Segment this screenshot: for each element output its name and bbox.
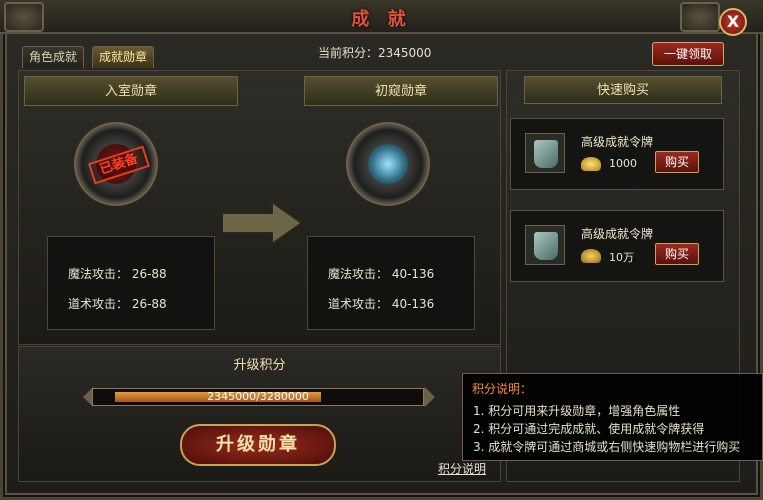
tab-role-achievement[interactable]: 角色成就 bbox=[22, 46, 85, 68]
item-price: 10万 bbox=[609, 251, 634, 264]
buy-button[interactable]: 购买 bbox=[655, 243, 699, 265]
close-button[interactable]: X bbox=[719, 8, 747, 36]
achievement-token-icon[interactable] bbox=[525, 225, 565, 265]
upgrade-title: 升级积分 bbox=[233, 358, 286, 373]
next-magic-attack: 魔法攻击： 40-136 bbox=[328, 267, 435, 281]
item-name: 高级成就令牌 bbox=[581, 227, 654, 241]
bound-gold-ingot-icon bbox=[581, 249, 601, 263]
score-explanation-tooltip: 积分说明： 1. 积分可用来升级勋章，增强角色属性 2. 积分可通过完成成就、使… bbox=[462, 373, 763, 461]
upgrade-progress-bar: 2345000/3280000 bbox=[92, 388, 424, 406]
gold-ingot-icon bbox=[581, 157, 601, 171]
tooltip-title: 积分说明： bbox=[472, 382, 533, 396]
current-score: 当前积分：2345000 bbox=[318, 46, 432, 60]
buy-button[interactable]: 购买 bbox=[655, 151, 699, 173]
upgrade-medal-button[interactable]: 升级勋章 bbox=[180, 424, 336, 466]
next-medal-stats: 魔法攻击： 40-136 道术攻击： 40-136 bbox=[307, 236, 475, 330]
progress-text: 2345000/3280000 bbox=[207, 390, 309, 403]
item-name: 高级成就令牌 bbox=[581, 135, 654, 149]
quick-buy-header: 快速购买 bbox=[524, 76, 722, 104]
item-price: 1000 bbox=[609, 157, 637, 170]
current-medal-header: 入室勋章 bbox=[24, 76, 238, 106]
window-title: 成 就 bbox=[351, 9, 412, 30]
arrow-right-icon bbox=[222, 200, 302, 246]
next-medal-icon bbox=[346, 122, 430, 206]
achievement-token-icon[interactable] bbox=[525, 133, 565, 173]
current-medal-icon: 已装备 bbox=[74, 122, 158, 206]
next-medal-header: 初窥勋章 bbox=[304, 76, 498, 106]
tooltip-line: 1. 积分可用来升级勋章，增强角色属性 bbox=[473, 404, 681, 418]
score-explanation-link[interactable]: 积分说明 bbox=[438, 460, 486, 477]
next-taoist-attack: 道术攻击： 40-136 bbox=[328, 297, 435, 311]
current-magic-attack: 魔法攻击： 26-88 bbox=[68, 267, 167, 281]
one-key-claim-button[interactable]: 一键领取 bbox=[652, 42, 724, 66]
tab-achievement-medal[interactable]: 成就勋章 bbox=[92, 46, 155, 68]
shop-item: 高级成就令牌 10万 购买 bbox=[510, 210, 724, 282]
shop-item: 高级成就令牌 1000 购买 bbox=[510, 118, 724, 190]
current-medal-stats: 魔法攻击： 26-88 道术攻击： 26-88 bbox=[47, 236, 215, 330]
tooltip-line: 3. 成就令牌可通过商城或右侧快速购物栏进行购买 bbox=[473, 440, 741, 454]
current-taoist-attack: 道术攻击： 26-88 bbox=[68, 297, 167, 311]
tooltip-line: 2. 积分可通过完成成就、使用成就令牌获得 bbox=[473, 422, 705, 436]
